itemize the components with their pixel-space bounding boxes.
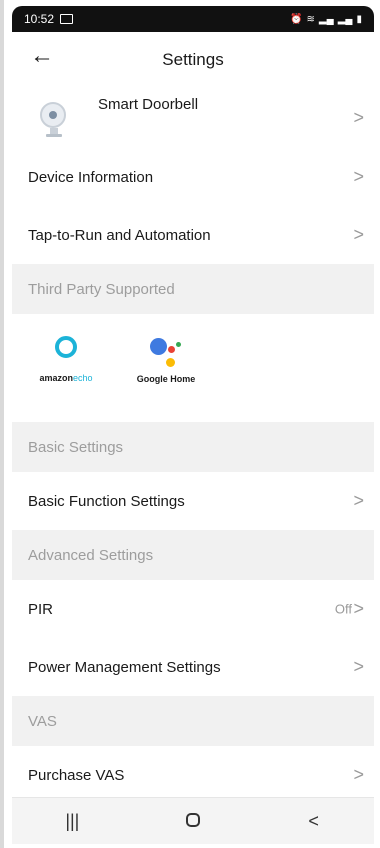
section-header-third-party: Third Party Supported [12, 264, 374, 314]
recent-apps-button[interactable]: ||| [42, 811, 102, 832]
home-button[interactable] [163, 811, 223, 832]
device-information-row[interactable]: Device Information > [12, 148, 374, 206]
section-header-basic: Basic Settings [12, 422, 374, 472]
row-label: PIR [28, 600, 54, 618]
power-management-row[interactable]: Power Management Settings > [12, 638, 374, 696]
pir-value: Off [334, 601, 352, 617]
status-bar: 10:52 ⏰ ≋ ▂▄ ▂▄ ▮ [12, 6, 374, 32]
amazon-echo-item[interactable]: amazonecho [26, 336, 106, 383]
image-icon [60, 14, 74, 24]
row-label: Tap-to-Run and Automation [28, 226, 211, 244]
alexa-ring-icon [55, 336, 77, 358]
purchase-vas-row[interactable]: Purchase VAS > [12, 746, 374, 804]
signal-icon: ▂▄ [337, 13, 353, 25]
row-label: Purchase VAS [28, 766, 125, 784]
wifi-icon: ≋ [306, 13, 315, 25]
row-label: Device Information [28, 168, 154, 186]
section-header-advanced: Advanced Settings [12, 530, 374, 580]
chevron-right-icon: > [353, 107, 364, 128]
google-home-item[interactable]: Google Home [126, 332, 206, 384]
google-assistant-icon [146, 332, 186, 372]
section-header-vas: VAS [12, 696, 374, 746]
page-title: Settings [162, 50, 224, 69]
chevron-right-icon: > [353, 224, 364, 245]
chevron-right-icon: > [353, 598, 364, 619]
chevron-right-icon: > [353, 764, 364, 785]
row-label: Basic Function Settings [28, 492, 185, 510]
camera-icon [40, 102, 66, 128]
device-name: Smart Doorbell [98, 96, 199, 113]
google-home-label: Google Home [136, 374, 196, 384]
signal-icon: ▂▄ [318, 13, 334, 25]
third-party-partners: amazonecho Google Home [12, 314, 374, 422]
settings-list: Smart Doorbell > Device Information > Ta… [12, 88, 374, 804]
alarm-icon: ⏰ [290, 13, 303, 25]
tap-to-run-row[interactable]: Tap-to-Run and Automation > [12, 206, 374, 264]
chevron-right-icon: > [353, 656, 364, 677]
back-button[interactable]: < [284, 811, 344, 832]
basic-function-settings-row[interactable]: Basic Function Settings > [12, 472, 374, 530]
status-time: 10:52 [24, 12, 55, 26]
app-header: ← Settings [12, 32, 374, 88]
battery-icon: ▮ [356, 13, 362, 25]
camera-base [46, 134, 62, 137]
device-row[interactable]: Smart Doorbell > [12, 88, 374, 148]
amazon-echo-label: amazonecho [39, 373, 93, 383]
chevron-right-icon: > [353, 166, 364, 187]
row-label: Power Management Settings [28, 658, 221, 676]
android-nav-bar: ||| < [12, 797, 374, 844]
chevron-right-icon: > [353, 490, 364, 511]
home-icon [185, 812, 200, 827]
pir-row[interactable]: PIR Off > [12, 580, 374, 638]
